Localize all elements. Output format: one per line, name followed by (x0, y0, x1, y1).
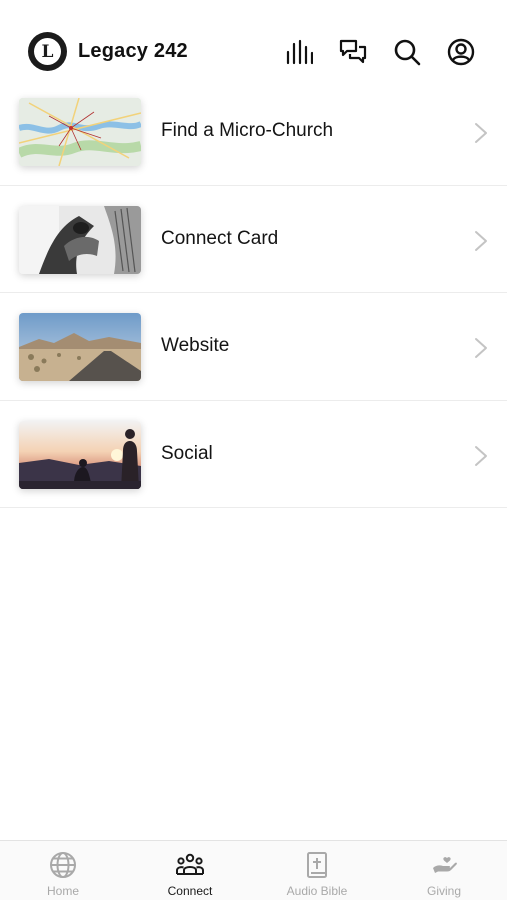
bottom-tab-bar: Home Connect Audio Bible Giving (0, 840, 507, 900)
tab-audio-bible[interactable]: Audio Bible (254, 841, 380, 900)
list-item-label: Social (161, 442, 213, 464)
tab-connect[interactable]: Connect (127, 841, 253, 900)
tab-giving[interactable]: Giving (381, 841, 507, 900)
chevron-right-icon (474, 230, 488, 252)
list-item[interactable]: Find a Micro-Church (0, 78, 507, 186)
brand[interactable]: L Legacy 242 (28, 32, 188, 71)
map-thumbnail (19, 98, 141, 166)
tab-label: Giving (426, 884, 461, 898)
chevron-right-icon (474, 337, 488, 359)
hands-bw-thumbnail (19, 205, 141, 274)
chevron-right-icon (474, 445, 488, 467)
tab-label: Audio Bible (286, 884, 348, 898)
list-item[interactable]: Connect Card (0, 186, 507, 293)
connect-list: Find a Micro-Church Connect Card Website… (0, 78, 507, 508)
people-icon (176, 851, 204, 879)
audio-bars-icon[interactable] (285, 38, 313, 66)
app-title: Legacy 242 (78, 40, 188, 62)
giving-hand-icon (430, 851, 458, 879)
chat-bubbles-icon[interactable] (339, 38, 367, 66)
sunset-people-thumbnail (19, 420, 141, 489)
list-item-label: Find a Micro-Church (161, 120, 334, 141)
list-item[interactable]: Social (0, 401, 507, 508)
list-item[interactable]: Website (0, 293, 507, 401)
logo-letter: L (34, 38, 61, 65)
globe-icon (49, 851, 77, 879)
list-item-label: Website (161, 335, 230, 356)
bible-icon (303, 851, 331, 879)
app-root: L Legacy 242 Find a Micro-Church Connect… (0, 0, 507, 900)
tab-label: Connect (167, 884, 213, 898)
list-item-label: Connect Card (161, 227, 279, 249)
profile-icon[interactable] (447, 38, 475, 66)
desert-road-thumbnail (19, 313, 141, 381)
church-logo: L (28, 32, 67, 71)
tab-home[interactable]: Home (0, 841, 126, 900)
tab-label: Home (46, 884, 79, 898)
chevron-right-icon (474, 122, 488, 144)
search-icon[interactable] (393, 38, 421, 66)
